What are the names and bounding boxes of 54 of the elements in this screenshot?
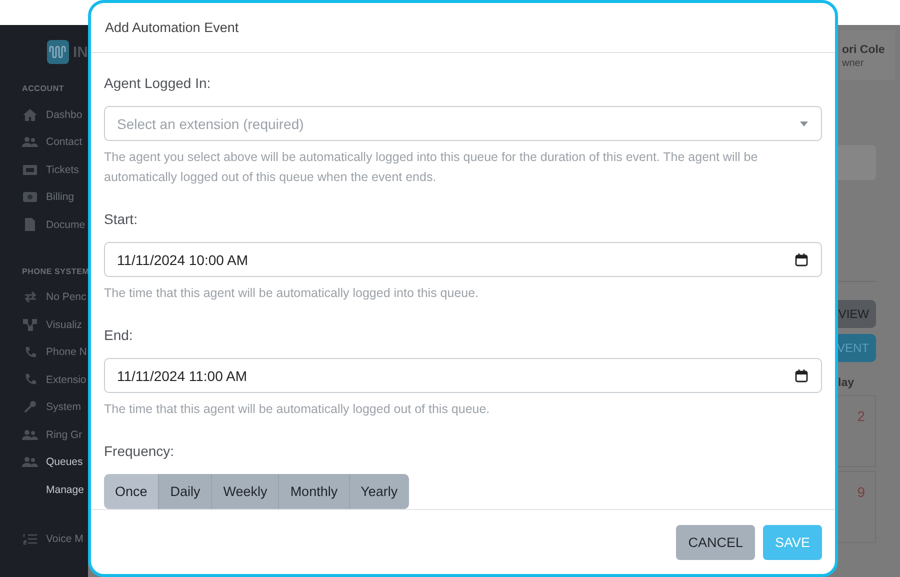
frequency-option[interactable]: Daily — [158, 474, 212, 509]
field-label: Start: — [104, 210, 138, 229]
frequency-option[interactable]: Weekly — [211, 474, 278, 509]
sidebar-item[interactable]: Contact — [46, 136, 82, 148]
nodes-icon — [23, 318, 37, 331]
save-button[interactable]: SAVE — [762, 524, 822, 560]
sidebar-item[interactable]: Manage — [46, 484, 84, 496]
help-text: The time that this agent will be automatically logged out of this queue. — [104, 401, 491, 418]
user-role: wner — [842, 58, 865, 69]
section-heading: ACCOUNT — [22, 84, 66, 93]
home-icon — [23, 108, 37, 121]
people-icon — [22, 457, 38, 468]
help-text: The time that this agent will be automatically logged into this queue. — [104, 285, 480, 302]
sidebar-item[interactable]: Docume — [46, 218, 86, 231]
field-label: Agent Logged In: — [104, 74, 212, 93]
list-icon — [23, 533, 37, 546]
people-icon — [22, 430, 38, 440]
people-icon — [22, 137, 38, 148]
column-heading: lay — [838, 377, 854, 389]
sidebar-item[interactable]: Tickets — [46, 164, 79, 176]
field-label: Frequency: — [104, 442, 176, 461]
sidebar-item[interactable]: Ring Gr — [46, 428, 82, 441]
sidebar-item[interactable]: Phone N — [46, 346, 87, 358]
logo-icon — [47, 40, 69, 64]
sidebar-item[interactable]: System — [46, 401, 82, 414]
microphone-icon — [24, 401, 36, 414]
sidebar-item[interactable]: Voice M — [46, 533, 84, 546]
sidebar-item[interactable]: Visualiz — [46, 318, 82, 331]
banknote-icon — [23, 192, 37, 202]
dialog-title: Add Automation Event — [105, 20, 239, 35]
sidebar-item[interactable]: Dashbo — [46, 108, 82, 121]
ticket-icon — [23, 164, 37, 175]
phone-icon — [24, 373, 36, 386]
sidebar-item[interactable]: Extensio — [46, 374, 86, 386]
cancel-button[interactable]: CANCEL — [676, 524, 755, 560]
section-heading: PHONE SYSTEM — [22, 266, 88, 276]
swap-icon — [24, 291, 36, 304]
frequency-option[interactable]: Monthly — [278, 474, 349, 509]
calendar-icon[interactable] — [795, 253, 808, 266]
frequency-option[interactable]: Once — [104, 474, 158, 509]
date-time-field[interactable]: 11/11/2024 10:00 AM — [104, 242, 822, 277]
sidebar-item[interactable]: Queues — [46, 456, 83, 468]
date-time-field[interactable]: 11/11/2024 11:00 AM — [104, 358, 822, 393]
caret-icon[interactable] — [800, 121, 808, 126]
calendar-icon[interactable] — [795, 369, 808, 382]
phone-icon — [24, 346, 36, 359]
select-field[interactable]: Select an extension (required) — [104, 106, 822, 141]
sidebar-item[interactable]: Billing — [46, 191, 74, 204]
field-label: End: — [104, 326, 134, 345]
help-text: The agent you select above will be automatically logged into this queue for the duration of this event. The agent will be automatically logged out of this queue when the event ends. — [104, 149, 759, 186]
frequency-option[interactable]: Yearly — [348, 474, 409, 509]
document-icon — [25, 218, 35, 232]
user-name: ori Cole — [842, 44, 886, 56]
sidebar-item[interactable]: No Penc — [46, 291, 86, 304]
